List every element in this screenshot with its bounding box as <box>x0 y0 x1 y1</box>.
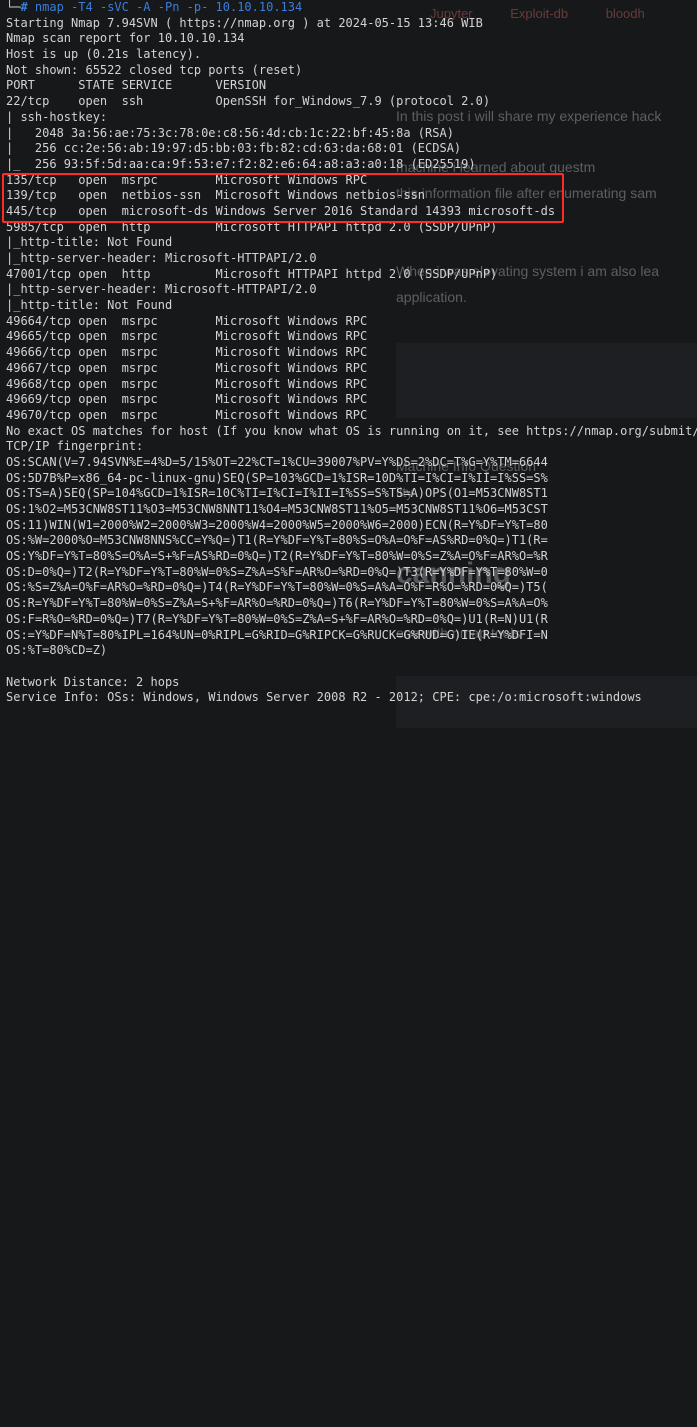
terminal-line: 49664/tcp open msrpc Microsoft Windows R… <box>6 313 368 328</box>
terminal-line: Nmap scan report for 10.10.10.134 <box>6 31 245 46</box>
terminal-line: 49665/tcp open msrpc Microsoft Windows R… <box>6 329 368 344</box>
terminal-line: 5985/tcp open http Microsoft HTTPAPI htt… <box>6 219 498 234</box>
terminal-line: 445/tcp open microsoft-ds Windows Server… <box>6 203 556 218</box>
terminal-line: OS:SCAN(V=7.94SVN%E=4%D=5/15%OT=22%CT=1%… <box>6 454 548 469</box>
terminal-line: OS:R=Y%DF=Y%T=80%W=0%S=Z%A=S+%F=AR%O=%RD… <box>6 596 548 611</box>
terminal-line: Network Distance: 2 hops <box>6 674 180 689</box>
terminal-line: OS:F=R%O=%RD=0%Q=)T7(R=Y%DF=Y%T=80%W=0%S… <box>6 611 548 626</box>
terminal-line: | 256 cc:2e:56:ab:19:97:d5:bb:03:fb:82:c… <box>6 141 462 156</box>
terminal-line: 47001/tcp open http Microsoft HTTPAPI ht… <box>6 266 498 281</box>
terminal-output: └─# nmap -T4 -sVC -A -Pn -p- 10.10.10.13… <box>0 0 697 728</box>
terminal-line: 49669/tcp open msrpc Microsoft Windows R… <box>6 392 368 407</box>
terminal-line: Host is up (0.21s latency). <box>6 47 202 62</box>
terminal-line: OS:1%O2=M53CNW8ST11%O3=M53CNW8NNT11%O4=M… <box>6 502 548 516</box>
terminal-line: 49670/tcp open msrpc Microsoft Windows R… <box>6 407 368 422</box>
terminal-line: OS:Y%DF=Y%T=80%S=O%A=S+%F=AS%RD=0%Q=)T2(… <box>6 549 548 564</box>
terminal-line: No exact OS matches for host (If you kno… <box>6 423 697 438</box>
terminal-line: Starting Nmap 7.94SVN ( https://nmap.org… <box>6 15 483 30</box>
prompt-symbol: # <box>20 0 28 14</box>
terminal-line: OS:%S=Z%A=O%F=AR%O=%RD=0%Q=)T4(R=Y%DF=Y%… <box>6 580 548 595</box>
prompt-corner: └─ <box>6 0 21 14</box>
terminal-line: |_http-title: Not Found <box>6 235 173 250</box>
terminal-line: OS:11)WIN(W1=2000%W2=2000%W3=2000%W4=200… <box>6 517 548 532</box>
terminal-line: OS:%T=80%CD=Z) <box>6 643 108 658</box>
terminal-line: OS:%W=2000%O=M53CNW8NNS%CC=Y%Q=)T1(R=Y%D… <box>6 533 548 548</box>
terminal-line: OS:=Y%DF=N%T=80%IPL=164%UN=0%RIPL=G%RID=… <box>6 627 548 642</box>
terminal-line: 139/tcp open netbios-ssn Microsoft Windo… <box>6 188 426 203</box>
prompt-command: nmap -T4 -sVC -A -Pn -p- 10.10.10.134 <box>34 0 303 14</box>
terminal-line: 49666/tcp open msrpc Microsoft Windows R… <box>6 345 368 360</box>
terminal-line: |_http-server-header: Microsoft-HTTPAPI/… <box>6 251 317 265</box>
terminal-lines: Starting Nmap 7.94SVN ( https://nmap.org… <box>6 16 697 706</box>
terminal-line: |_http-server-header: Microsoft-HTTPAPI/… <box>6 282 317 297</box>
terminal-line: PORT STATE SERVICE VERSION <box>6 78 267 93</box>
terminal-line: Not shown: 65522 closed tcp ports (reset… <box>6 62 303 77</box>
terminal-line: OS:D=0%Q=)T2(R=Y%DF=Y%T=80%W=0%S=Z%A=S%F… <box>6 564 548 579</box>
terminal-line: 49668/tcp open msrpc Microsoft Windows R… <box>6 376 368 391</box>
terminal-line: |_ 256 93:5f:5d:aa:ca:9f:53:e7:f2:82:e6:… <box>6 156 476 171</box>
terminal-line: |_http-title: Not Found <box>6 298 173 313</box>
terminal-line: 22/tcp open ssh OpenSSH for_Windows_7.9 … <box>6 94 491 109</box>
terminal-line: OS:5D7B%P=x86_64-pc-linux-gnu)SEQ(SP=103… <box>6 470 548 485</box>
terminal-line: | 2048 3a:56:ae:75:3c:78:0e:c8:56:4d:cb:… <box>6 125 454 140</box>
terminal-line: 135/tcp open msrpc Microsoft Windows RPC <box>6 172 368 187</box>
terminal-line: Service Info: OSs: Windows, Windows Serv… <box>6 690 642 705</box>
terminal-line: OS:TS=A)SEQ(SP=104%GCD=1%ISR=10C%TI=I%CI… <box>6 486 548 501</box>
terminal-line: TCP/IP fingerprint: <box>6 439 144 454</box>
terminal-prompt-line: └─# nmap -T4 -sVC -A -Pn -p- 10.10.10.13… <box>6 0 697 16</box>
terminal-line: 49667/tcp open msrpc Microsoft Windows R… <box>6 360 368 375</box>
terminal-line: | ssh-hostkey: <box>6 109 108 124</box>
